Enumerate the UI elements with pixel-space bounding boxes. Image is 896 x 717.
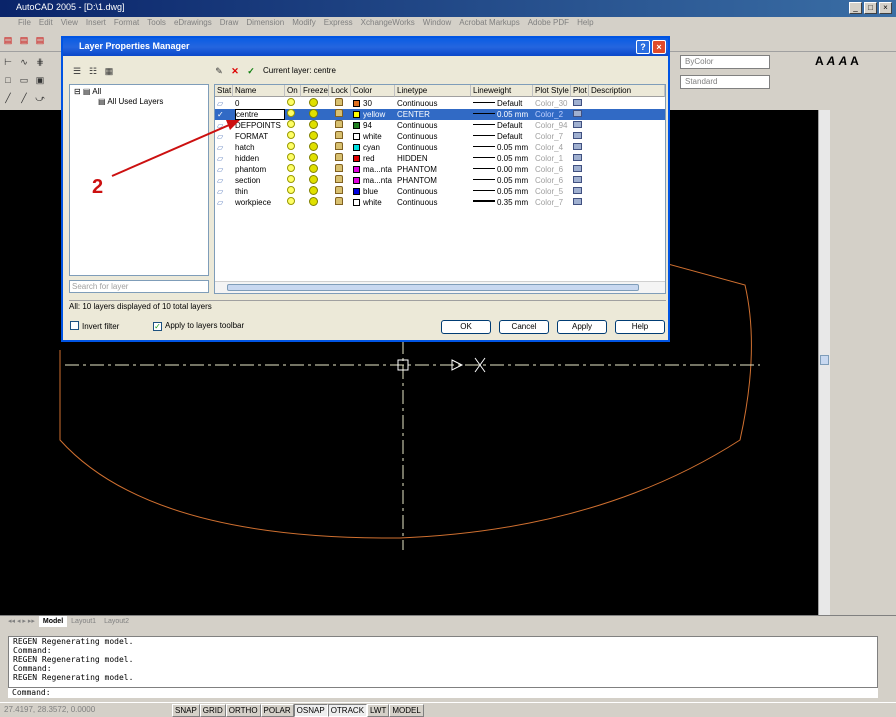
annotation-arrowhead [226, 120, 240, 130]
annotation-arrow [111, 121, 237, 177]
annotation-label: 2 [92, 176, 104, 198]
annotation-overlay [111, 120, 240, 177]
